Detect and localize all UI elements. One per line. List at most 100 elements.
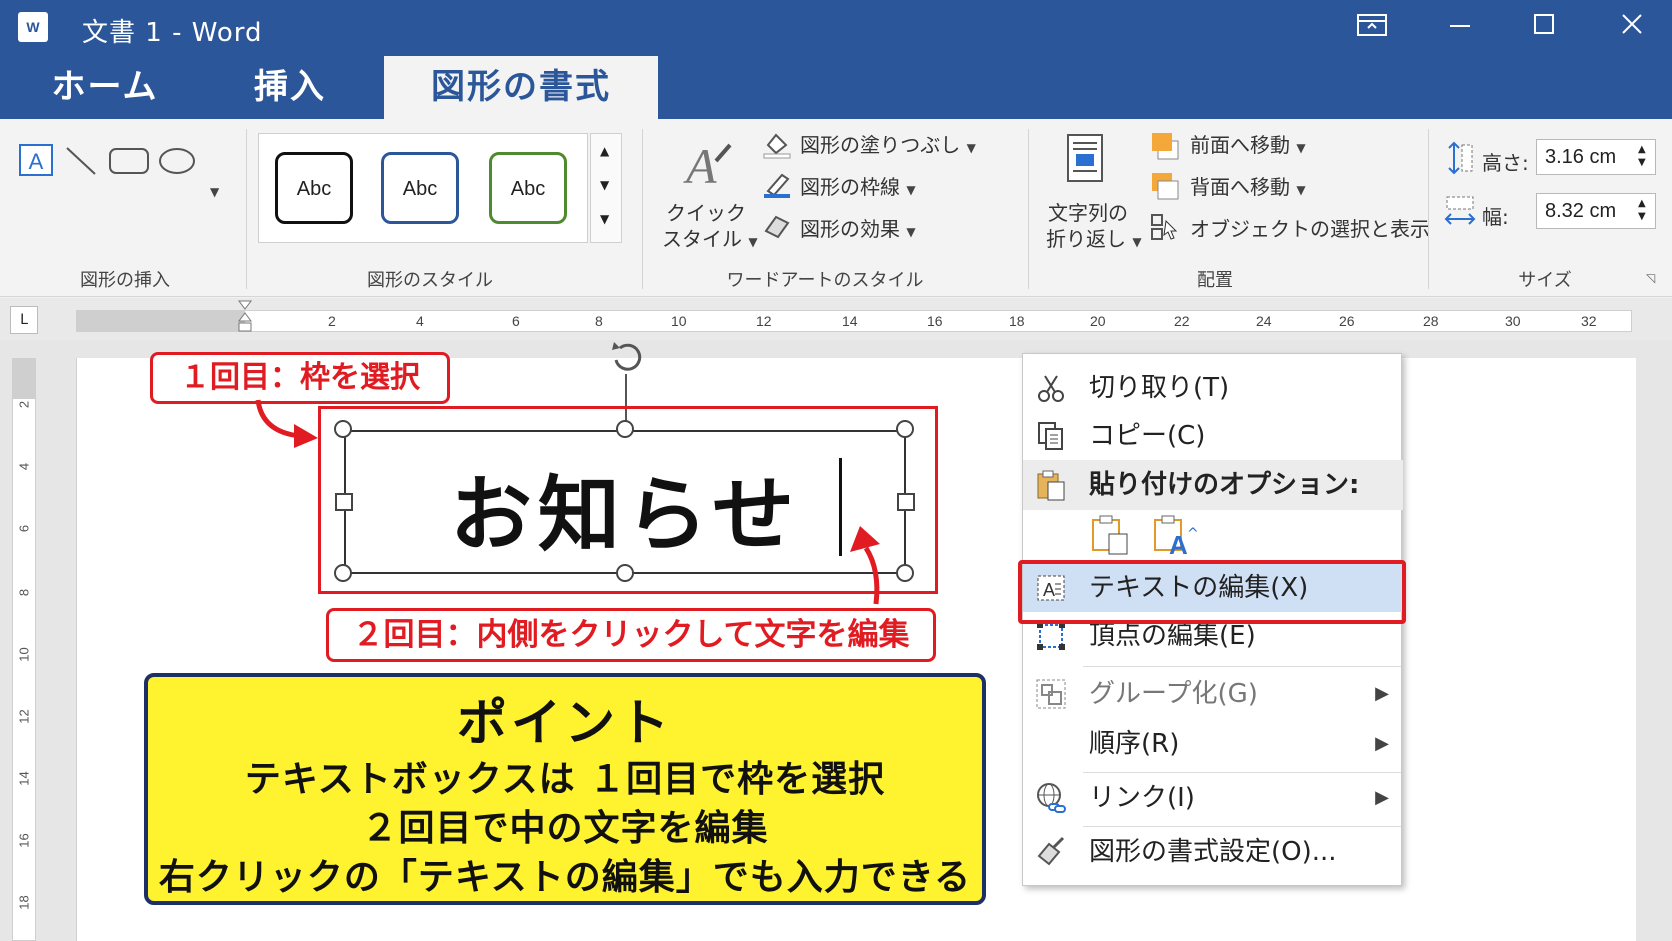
shape-outline-label: 図形の枠線 bbox=[800, 175, 900, 199]
shape-outline-icon bbox=[762, 171, 792, 203]
ruler-number: 12 bbox=[756, 313, 772, 329]
dialog-launcher-icon[interactable]: ◹ bbox=[1646, 271, 1655, 285]
send-backward-button[interactable]: 背面へ移動 ▼ bbox=[1190, 171, 1306, 200]
dropdown-caret-icon: ▼ bbox=[1296, 141, 1306, 155]
paste-text-only-icon[interactable]: A ^ bbox=[1153, 514, 1199, 560]
menu-item-order[interactable]: 順序(R) ▶ bbox=[1023, 720, 1403, 768]
ruler-number: 8 bbox=[595, 313, 603, 329]
text-box-icon[interactable]: A bbox=[18, 143, 54, 181]
paste-keep-format-icon[interactable] bbox=[1091, 514, 1131, 560]
selection-pane-button[interactable]: オブジェクトの選択と表示 bbox=[1190, 213, 1430, 242]
menu-item-copy[interactable]: コピー(C) bbox=[1023, 412, 1403, 460]
text-box-content[interactable]: お知らせ bbox=[346, 448, 904, 567]
resize-handle-top[interactable] bbox=[616, 420, 634, 438]
scroll-up-icon[interactable]: ▲ bbox=[600, 144, 609, 158]
shapes-more-caret-icon[interactable]: ▼ bbox=[210, 181, 219, 200]
shape-effects-button[interactable]: 図形の効果 ▼ bbox=[800, 213, 916, 242]
menu-item-group[interactable]: グループ化(G) ▶ bbox=[1023, 670, 1403, 718]
shape-fill-button[interactable]: 図形の塗りつぶし ▼ bbox=[800, 129, 976, 158]
ruler-number: 16 bbox=[927, 313, 943, 329]
format-shape-icon bbox=[1035, 836, 1067, 868]
horizontal-ruler[interactable]: 2 4 6 8 10 12 14 16 18 20 22 24 26 28 30… bbox=[76, 300, 1632, 332]
tab-selector-button[interactable]: L bbox=[10, 306, 38, 334]
ruler-number: 10 bbox=[671, 313, 687, 329]
ruler-number: 12 bbox=[16, 709, 32, 724]
wrap-text-icon[interactable] bbox=[1066, 133, 1104, 187]
shape-style-sample[interactable]: Abc bbox=[489, 152, 567, 224]
ribbon-separator bbox=[1428, 129, 1429, 289]
quick-styles-icon[interactable]: A bbox=[682, 137, 734, 194]
svg-text:A: A bbox=[1169, 530, 1188, 556]
width-label: 幅: bbox=[1482, 205, 1509, 229]
bring-forward-button[interactable]: 前面へ移動 ▼ bbox=[1190, 129, 1306, 158]
quick-styles-label-1: クイック bbox=[666, 201, 746, 225]
shape-style-gallery: Abc Abc Abc bbox=[258, 133, 588, 243]
ruler-number: 22 bbox=[1174, 313, 1190, 329]
menu-item-label: 順序(R) bbox=[1089, 729, 1180, 759]
ribbon: A ▼ 図形の挿入 Abc Abc Abc ▲ ▼ ▼ 図形のスタイル A クイ… bbox=[0, 119, 1672, 297]
menu-separator bbox=[1083, 826, 1401, 827]
width-spinner-icon[interactable]: ▲ ▼ bbox=[1638, 197, 1646, 223]
resize-handle-right[interactable] bbox=[897, 493, 915, 511]
wrap-text-label-2[interactable]: 折り返し ▼ bbox=[1046, 223, 1142, 252]
send-backward-icon bbox=[1150, 171, 1180, 205]
close-button[interactable] bbox=[1612, 10, 1652, 46]
height-spinner-icon[interactable]: ▲ ▼ bbox=[1638, 143, 1646, 169]
height-icon bbox=[1446, 141, 1474, 179]
svg-text:A: A bbox=[29, 149, 44, 174]
resize-handle-bottom-left[interactable] bbox=[334, 564, 352, 582]
gallery-more-icon[interactable]: ▼ bbox=[600, 212, 609, 226]
text-box-shape[interactable]: お知らせ bbox=[344, 430, 906, 574]
paste-icon bbox=[1035, 469, 1067, 501]
wrap-text-text: 折り返し bbox=[1046, 227, 1126, 251]
ruler-number: 14 bbox=[16, 771, 32, 786]
width-icon bbox=[1444, 195, 1476, 231]
line-icon[interactable] bbox=[64, 145, 98, 181]
resize-handle-left[interactable] bbox=[335, 493, 353, 511]
oval-icon[interactable] bbox=[158, 147, 196, 179]
group-label-size: サイズ bbox=[1518, 270, 1572, 291]
menu-item-format-shape[interactable]: 図形の書式設定(O)... bbox=[1023, 828, 1403, 876]
quick-styles-label-2[interactable]: スタイル ▼ bbox=[662, 223, 758, 252]
resize-handle-bottom[interactable] bbox=[616, 564, 634, 582]
menu-item-label: 切り取り(T) bbox=[1089, 373, 1230, 403]
ruler-area: L 2 4 6 8 10 12 14 16 18 20 22 24 26 28 … bbox=[0, 298, 1672, 340]
tab-insert[interactable]: 挿入 bbox=[200, 56, 380, 119]
maximize-button[interactable] bbox=[1524, 10, 1564, 46]
shape-outline-button[interactable]: 図形の枠線 ▼ bbox=[800, 171, 916, 200]
menu-item-cut[interactable]: 切り取り(T) bbox=[1023, 364, 1403, 412]
point-line: テキストボックスは １回目で枠を選択 bbox=[244, 759, 886, 800]
vertical-ruler[interactable]: 2 4 6 8 10 12 14 16 18 bbox=[12, 358, 36, 941]
ribbon-display-options-button[interactable] bbox=[1352, 10, 1392, 46]
menu-item-link[interactable]: リンク(I) ▶ bbox=[1023, 774, 1403, 822]
word-logo-icon: W bbox=[18, 12, 48, 42]
bring-forward-label: 前面へ移動 bbox=[1190, 133, 1290, 157]
arrow-icon bbox=[850, 526, 880, 605]
ruler-number: 6 bbox=[16, 524, 32, 533]
ruler-number: 2 bbox=[328, 313, 336, 329]
svg-text:^: ^ bbox=[1187, 526, 1197, 542]
dropdown-caret-icon: ▼ bbox=[1132, 235, 1142, 249]
svg-text:A: A bbox=[683, 138, 717, 189]
dropdown-caret-icon: ▼ bbox=[966, 141, 976, 155]
group-icon bbox=[1035, 678, 1067, 710]
resize-handle-top-left[interactable] bbox=[334, 420, 352, 438]
rounded-rect-icon[interactable] bbox=[108, 147, 150, 179]
ruler-number: 24 bbox=[1256, 313, 1272, 329]
edit-text-highlight-outline bbox=[1018, 560, 1406, 624]
ribbon-display-icon bbox=[1357, 14, 1387, 36]
minimize-button[interactable] bbox=[1440, 10, 1480, 46]
rotate-handle-icon[interactable] bbox=[606, 338, 650, 380]
callout-step-2: ２回目：内側をクリックして文字を編集 bbox=[326, 608, 936, 662]
tab-home[interactable]: ホーム bbox=[20, 56, 190, 119]
scroll-down-icon[interactable]: ▼ bbox=[600, 178, 609, 192]
shape-style-sample[interactable]: Abc bbox=[275, 152, 353, 224]
shape-effects-icon bbox=[762, 213, 792, 243]
shape-fill-label: 図形の塗りつぶし bbox=[800, 133, 961, 157]
tab-shape-format[interactable]: 図形の書式 bbox=[384, 56, 658, 119]
window-title: 文書 1 - Word bbox=[82, 18, 263, 48]
shape-style-sample[interactable]: Abc bbox=[381, 152, 459, 224]
resize-handle-top-right[interactable] bbox=[896, 420, 914, 438]
submenu-arrow-icon: ▶ bbox=[1375, 683, 1389, 704]
dropdown-caret-icon: ▼ bbox=[906, 225, 916, 239]
